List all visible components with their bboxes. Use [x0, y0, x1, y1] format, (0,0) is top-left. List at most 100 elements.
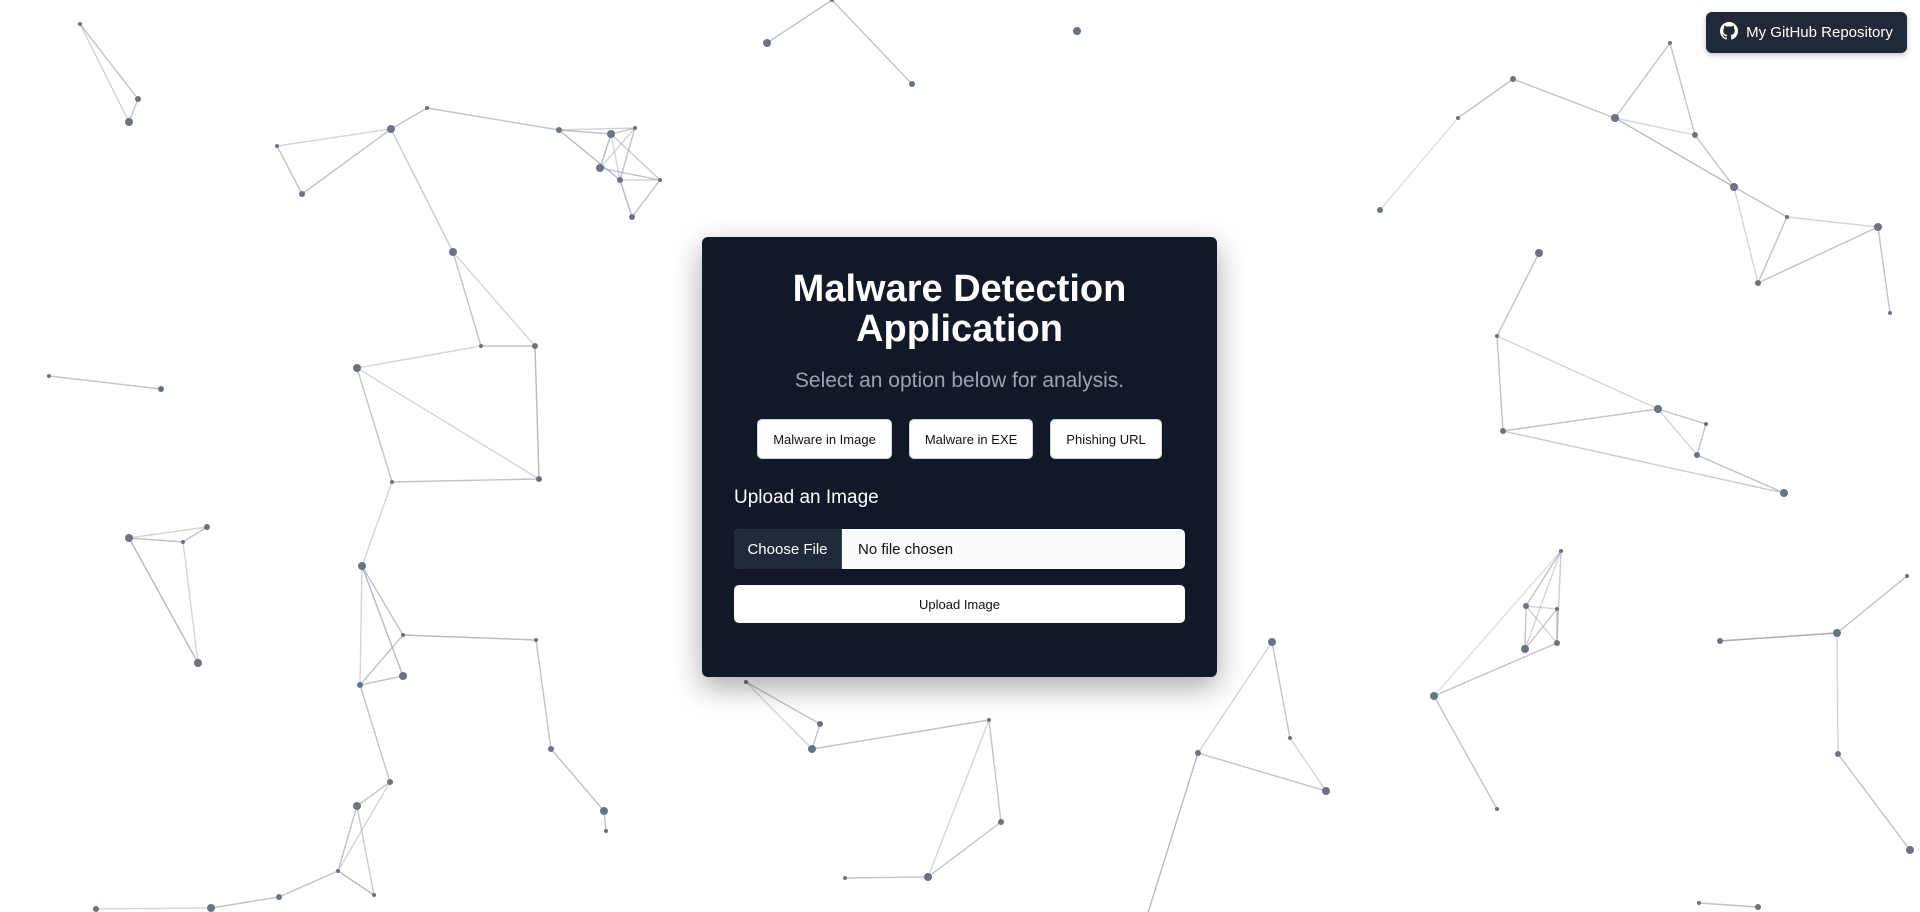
- network-node: [449, 248, 457, 256]
- phishing-url-button[interactable]: Phishing URL: [1050, 419, 1162, 459]
- network-node: [1717, 638, 1723, 644]
- network-edge: [1502, 430, 1785, 494]
- network-edge: [356, 781, 391, 807]
- network-node: [1430, 692, 1438, 700]
- network-node: [93, 906, 99, 912]
- network-edge: [988, 719, 1002, 823]
- network-edge: [128, 537, 199, 664]
- network-node: [479, 344, 483, 348]
- network-edge: [426, 107, 560, 131]
- network-edge: [831, 0, 913, 85]
- network-node: [399, 672, 407, 680]
- network-node: [998, 819, 1004, 825]
- network-node: [1905, 574, 1909, 578]
- network-edge: [1197, 752, 1327, 792]
- network-node: [1906, 846, 1914, 854]
- network-edge: [1837, 753, 1911, 851]
- network-node: [1692, 132, 1698, 138]
- network-node: [1874, 223, 1882, 231]
- network-edge: [745, 681, 821, 725]
- network-edge: [356, 367, 540, 480]
- network-edge: [534, 345, 540, 480]
- network-edge: [599, 133, 612, 169]
- network-edge: [1433, 550, 1562, 697]
- network-edge: [1696, 423, 1707, 456]
- network-edge: [210, 896, 280, 909]
- title-line-1: Malware Detection: [792, 268, 1127, 310]
- file-input[interactable]: Choose File No file chosen: [734, 529, 1185, 569]
- analysis-card: Malware Detection Application Select an …: [702, 237, 1217, 677]
- network-edge: [1379, 117, 1459, 211]
- network-node: [1704, 422, 1708, 426]
- network-node: [843, 876, 847, 880]
- network-node: [1554, 640, 1560, 646]
- network-edge: [79, 23, 130, 123]
- network-node: [275, 144, 279, 148]
- network-node: [1500, 428, 1506, 434]
- network-edge: [1698, 902, 1759, 908]
- network-edge: [1657, 408, 1698, 456]
- network-node: [387, 125, 395, 133]
- network-node: [629, 214, 635, 220]
- network-node: [600, 807, 608, 815]
- network-node: [1835, 751, 1841, 757]
- malware-in-exe-button[interactable]: Malware in EXE: [908, 419, 1034, 459]
- network-edge: [844, 876, 929, 879]
- network-node: [1780, 489, 1788, 497]
- network-edge: [356, 367, 393, 483]
- network-node: [47, 374, 51, 378]
- network-edge: [278, 870, 339, 898]
- network-edge: [619, 179, 633, 218]
- network-node: [1495, 807, 1499, 811]
- network-edge: [337, 870, 375, 896]
- network-edge: [1502, 408, 1659, 432]
- network-edge: [535, 639, 552, 750]
- page-subtitle: Select an option below for analysis.: [794, 369, 1125, 392]
- network-edge: [359, 684, 391, 783]
- network-edge: [599, 167, 661, 181]
- network-edge: [452, 251, 536, 347]
- network-node: [1755, 904, 1761, 910]
- network-node: [658, 178, 662, 182]
- choose-file-button[interactable]: Choose File: [734, 529, 842, 569]
- network-edge: [1877, 226, 1891, 314]
- network-edge: [1433, 642, 1558, 697]
- network-node: [987, 718, 991, 722]
- network-node: [181, 540, 185, 544]
- network-node: [401, 633, 405, 637]
- network-node: [808, 745, 816, 753]
- title-line-2: Application: [856, 308, 1063, 350]
- network-edge: [276, 128, 392, 147]
- network-node: [207, 904, 215, 912]
- network-node: [158, 386, 164, 392]
- network-node: [194, 659, 202, 667]
- network-edge: [128, 537, 184, 543]
- network-edge: [1733, 186, 1759, 284]
- network-edge: [1733, 186, 1788, 218]
- network-edge: [1524, 605, 1527, 650]
- network-node: [1730, 183, 1738, 191]
- network-edge: [558, 127, 636, 131]
- network-edge: [1786, 216, 1879, 228]
- network-edge: [452, 251, 482, 347]
- network-node: [1495, 334, 1499, 338]
- network-node: [1195, 750, 1201, 756]
- page-title: Malware Detection Application: [734, 269, 1185, 349]
- network-edge: [1525, 605, 1558, 644]
- github-repository-button[interactable]: My GitHub Repository: [1706, 12, 1907, 53]
- network-node: [125, 534, 133, 542]
- network-node: [425, 106, 429, 110]
- network-edge: [1512, 78, 1616, 119]
- network-node: [924, 873, 932, 881]
- network-edge: [1614, 117, 1696, 136]
- network-node: [617, 177, 623, 183]
- network-node: [1755, 280, 1761, 286]
- network-edge: [1271, 641, 1291, 739]
- network-node: [372, 893, 376, 897]
- malware-in-image-button[interactable]: Malware in Image: [757, 419, 892, 459]
- upload-image-button[interactable]: Upload Image: [734, 585, 1185, 623]
- network-node: [1073, 27, 1081, 35]
- file-status-text: No file chosen: [858, 540, 954, 558]
- network-edge: [1433, 695, 1498, 810]
- network-node: [78, 22, 82, 26]
